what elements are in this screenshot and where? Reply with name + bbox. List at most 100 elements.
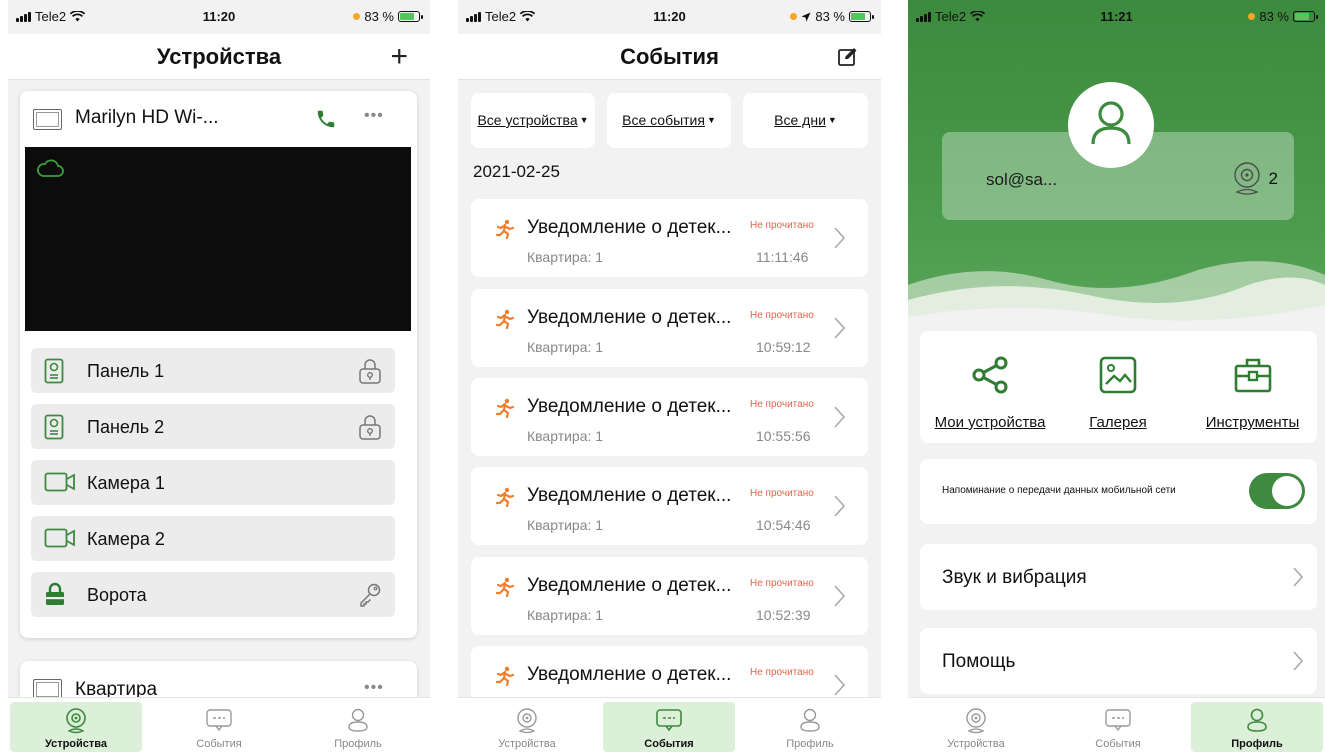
privacy-dot-icon: [790, 13, 798, 20]
device-card: Marilyn HD Wi-... ••• Панель 1 Панель 2 …: [20, 91, 417, 638]
event-title: Уведомление о детек...: [527, 307, 732, 328]
devices-screen: Tele2 11:20 83 % Устройства + Marilyn HD…: [8, 0, 430, 753]
quick-link-label: Инструменты: [1205, 414, 1300, 431]
camera-device-icon: [1233, 162, 1260, 195]
tab-profile[interactable]: Профиль: [292, 702, 424, 752]
chevron-right-icon: [1293, 567, 1304, 587]
toolbox-icon: [1234, 358, 1271, 393]
event-time: 10:59:12: [756, 339, 811, 355]
tab-devices[interactable]: Устройства: [910, 702, 1042, 752]
chat-bubble-icon: [656, 709, 682, 732]
more-icon[interactable]: •••: [364, 107, 384, 125]
tools-link[interactable]: Инструменты: [1188, 331, 1317, 443]
status-bar: Tele2 11:20 83 %: [458, 0, 881, 34]
unread-badge: Не прочитано: [750, 310, 814, 321]
settings-row-help[interactable]: Помощь: [920, 628, 1317, 694]
device-item-label: Ворота: [87, 585, 147, 605]
tab-label: Профиль: [1231, 738, 1283, 750]
privacy-dot-icon: [1248, 13, 1256, 20]
quick-link-label: Мои устройства: [934, 414, 1046, 431]
tab-events[interactable]: События: [1052, 702, 1184, 752]
key-icon[interactable]: [357, 581, 383, 609]
privacy-dot-icon: [353, 13, 361, 20]
chevron-right-icon: [834, 406, 846, 428]
device-item-camera-1[interactable]: Камера 1: [31, 460, 395, 505]
account-email: sol@sa...: [986, 170, 1058, 189]
event-card[interactable]: Уведомление о детек... Не прочитано Кварти…: [471, 289, 868, 367]
tab-devices[interactable]: Устройства: [10, 702, 142, 752]
device-item-label: Камера 1: [87, 473, 165, 493]
dropdown-caret-icon: ▼: [706, 115, 716, 125]
battery-percent: 83 %: [815, 9, 845, 24]
filter-devices[interactable]: Все устройства ▼: [471, 93, 595, 148]
video-preview[interactable]: [25, 147, 411, 331]
gallery-icon: [1099, 356, 1137, 394]
filter-days[interactable]: Все дни ▼: [743, 93, 868, 148]
call-icon[interactable]: [315, 108, 337, 130]
lock-icon: [46, 582, 64, 605]
profile-screen: Tele2 11:21 83 % sol@sa... 2 Мои устройс…: [908, 0, 1325, 753]
share-icon: [972, 356, 1008, 394]
tab-bar: Устройства События Профиль: [8, 697, 430, 753]
profile-icon: [800, 708, 820, 732]
location-arrow-icon: [801, 12, 811, 21]
battery-icon: [398, 11, 423, 22]
device-item-label: Панель 1: [87, 361, 165, 381]
tab-label: Профиль: [334, 738, 382, 750]
quick-link-label: Галерея: [1089, 414, 1147, 431]
my-devices-link[interactable]: Мои устройства: [920, 331, 1060, 443]
device-item-label: Панель 2: [87, 417, 165, 437]
add-device-button[interactable]: +: [390, 40, 408, 74]
tab-label: События: [1095, 738, 1141, 750]
device-item-panel-2[interactable]: Панель 2: [31, 404, 395, 449]
tab-events[interactable]: События: [153, 702, 285, 752]
unlock-icon[interactable]: [357, 413, 383, 441]
dropdown-caret-icon: ▼: [827, 115, 837, 125]
door-panel-icon: [44, 414, 64, 440]
tab-label: События: [644, 738, 694, 750]
status-bar: Tele2 11:21 83 %: [908, 0, 1325, 34]
chat-bubble-icon: [1105, 709, 1131, 732]
battery-percent: 83 %: [1259, 9, 1289, 24]
event-subtitle: Квартира: 1: [527, 428, 604, 444]
event-title: Уведомление о детек...: [527, 575, 732, 596]
more-icon[interactable]: •••: [364, 679, 384, 697]
event-card[interactable]: Уведомление о детек... Не прочитано Кварти…: [471, 199, 868, 277]
dropdown-caret-icon: ▼: [579, 115, 589, 125]
settings-row-sound[interactable]: Звук и вибрация: [920, 544, 1317, 610]
filter-bar: Все устройства ▼ Все события ▼ Все дни ▼: [458, 80, 881, 156]
profile-icon: [348, 708, 368, 732]
event-time: 10:55:56: [756, 428, 811, 444]
mobile-data-toggle[interactable]: [1249, 473, 1305, 509]
motion-person-icon: [496, 487, 514, 507]
status-bar: Tele2 11:20 83 %: [8, 0, 430, 34]
chat-bubble-icon: [206, 709, 232, 732]
gallery-link[interactable]: Галерея: [1068, 331, 1168, 443]
camera-icon: [44, 528, 75, 548]
door-panel-icon: [44, 358, 64, 384]
motion-person-icon: [496, 219, 514, 239]
tab-devices[interactable]: Устройства: [461, 702, 593, 752]
profile-icon: [1247, 708, 1267, 732]
device-card-header[interactable]: Marilyn HD Wi-... •••: [20, 91, 417, 147]
device-item-camera-2[interactable]: Камера 2: [31, 516, 395, 561]
tab-events[interactable]: События: [603, 702, 735, 752]
tab-profile[interactable]: Профиль: [744, 702, 876, 752]
settings-row-label: Помощь: [942, 651, 1016, 672]
filter-events[interactable]: Все события ▼: [607, 93, 731, 148]
camera-icon: [44, 472, 75, 492]
event-card[interactable]: Уведомление о детек... Не прочитано Кварти…: [471, 378, 868, 456]
battery-percent: 83 %: [364, 9, 394, 24]
edit-icon[interactable]: [837, 46, 859, 68]
avatar[interactable]: [1068, 82, 1154, 168]
unlock-icon[interactable]: [357, 357, 383, 385]
tab-profile[interactable]: Профиль: [1191, 702, 1323, 752]
date-header: 2021-02-25: [473, 162, 560, 181]
device-item-panel-1[interactable]: Панель 1: [31, 348, 395, 393]
event-card[interactable]: Уведомление о детек... Не прочитано Кварти…: [471, 557, 868, 635]
event-title: Уведомление о детек...: [527, 396, 732, 417]
device-item-gate[interactable]: Ворота: [31, 572, 395, 617]
monitor-icon: [33, 109, 62, 130]
page-title: События: [620, 44, 719, 69]
event-card[interactable]: Уведомление о детек... Не прочитано Кварти…: [471, 467, 868, 545]
